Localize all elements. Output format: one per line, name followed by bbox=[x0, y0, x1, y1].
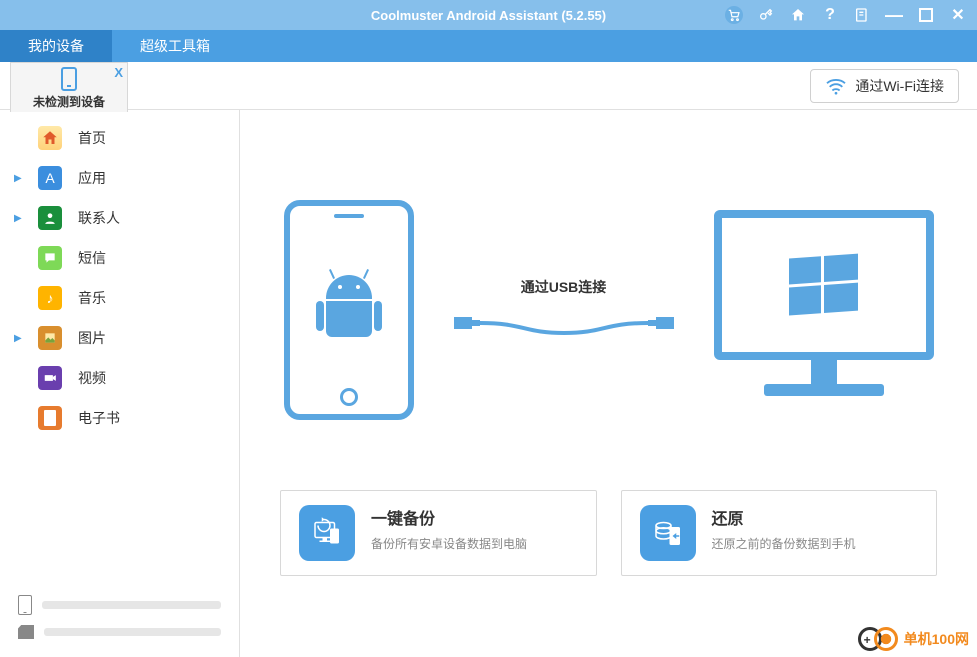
wifi-connect-button[interactable]: 通过Wi-Fi连接 bbox=[810, 69, 959, 103]
wifi-button-label: 通过Wi-Fi连接 bbox=[855, 76, 944, 96]
home-icon[interactable] bbox=[789, 6, 807, 24]
maximize-icon[interactable] bbox=[917, 6, 935, 24]
restore-card[interactable]: 还原 还原之前的备份数据到手机 bbox=[621, 490, 938, 576]
photos-icon bbox=[38, 326, 62, 350]
action-cards: 一键备份 备份所有安卓设备数据到电脑 还原 还原之前的备份数据到 bbox=[260, 490, 957, 576]
sidebar: 首页 ▶ A 应用 ▶ 联系人 短信 ♪ 音 bbox=[0, 110, 240, 657]
sidebar-item-label: 图片 bbox=[78, 328, 106, 348]
sidebar-item-label: 电子书 bbox=[78, 408, 120, 428]
sidebar-item-label: 音乐 bbox=[78, 288, 106, 308]
sidebar-item-apps[interactable]: ▶ A 应用 bbox=[0, 158, 239, 198]
sd-card-icon bbox=[18, 625, 34, 639]
close-icon[interactable]: ✕ bbox=[949, 6, 967, 24]
restore-text: 还原 还原之前的备份数据到手机 bbox=[712, 505, 856, 561]
phone-illustration bbox=[284, 200, 414, 420]
phone-storage-bar bbox=[42, 601, 221, 609]
sd-storage-row bbox=[18, 625, 221, 639]
backup-desc: 备份所有安卓设备数据到电脑 bbox=[371, 535, 527, 552]
main-tabbar: 我的设备 超级工具箱 bbox=[0, 30, 977, 62]
purchase-icon[interactable] bbox=[725, 6, 743, 24]
watermark: + 单机100网 bbox=[858, 627, 969, 651]
phone-storage-row bbox=[18, 595, 221, 615]
sidebar-item-contacts[interactable]: ▶ 联系人 bbox=[0, 198, 239, 238]
wifi-icon bbox=[825, 77, 847, 95]
usb-label: 通过USB连接 bbox=[521, 277, 607, 297]
minimize-icon[interactable]: — bbox=[885, 6, 903, 24]
tab-toolbox[interactable]: 超级工具箱 bbox=[112, 30, 238, 62]
sidebar-item-label: 联系人 bbox=[78, 208, 120, 228]
device-tab-close-icon[interactable]: X bbox=[114, 65, 123, 80]
tab-my-device[interactable]: 我的设备 bbox=[0, 30, 112, 62]
sms-icon bbox=[38, 246, 62, 270]
contacts-icon bbox=[38, 206, 62, 230]
titlebar-icons: ? — ✕ bbox=[725, 0, 967, 30]
book-icon bbox=[38, 406, 62, 430]
subheader: 通过Wi-Fi连接 bbox=[0, 62, 977, 110]
sidebar-nav: 首页 ▶ A 应用 ▶ 联系人 短信 ♪ 音 bbox=[0, 118, 239, 438]
music-icon: ♪ bbox=[38, 286, 62, 310]
chevron-right-icon[interactable]: ▶ bbox=[14, 333, 22, 344]
watermark-logo-icon: + bbox=[858, 627, 898, 651]
help-icon[interactable]: ? bbox=[821, 6, 839, 24]
backup-icon bbox=[299, 505, 355, 561]
computer-illustration bbox=[714, 210, 934, 410]
sd-storage-bar bbox=[44, 628, 221, 636]
phone-storage-icon bbox=[18, 595, 32, 615]
restore-icon bbox=[640, 505, 696, 561]
phone-icon bbox=[61, 67, 77, 91]
chevron-right-icon[interactable]: ▶ bbox=[14, 173, 22, 184]
sidebar-item-label: 首页 bbox=[78, 128, 106, 148]
titlebar: Coolmuster Android Assistant (5.2.55) ? … bbox=[0, 0, 977, 30]
sidebar-item-home[interactable]: 首页 bbox=[0, 118, 239, 158]
sidebar-item-label: 短信 bbox=[78, 248, 106, 268]
storage-indicators bbox=[18, 585, 221, 639]
sidebar-item-sms[interactable]: 短信 bbox=[0, 238, 239, 278]
backup-title: 一键备份 bbox=[371, 505, 527, 529]
windows-icon bbox=[789, 254, 859, 317]
apps-icon: A bbox=[38, 166, 62, 190]
main-area: 首页 ▶ A 应用 ▶ 联系人 短信 ♪ 音 bbox=[0, 110, 977, 657]
backup-card[interactable]: 一键备份 备份所有安卓设备数据到电脑 bbox=[280, 490, 597, 576]
device-tab-label: 未检测到设备 bbox=[33, 93, 105, 112]
video-icon bbox=[38, 366, 62, 390]
sidebar-item-ebook[interactable]: 电子书 bbox=[0, 398, 239, 438]
feedback-icon[interactable] bbox=[853, 6, 871, 24]
device-tab[interactable]: X 未检测到设备 bbox=[10, 62, 128, 112]
android-icon bbox=[319, 275, 379, 345]
restore-title: 还原 bbox=[712, 505, 856, 529]
sidebar-item-photos[interactable]: ▶ 图片 bbox=[0, 318, 239, 358]
key-icon[interactable] bbox=[757, 6, 775, 24]
usb-cable: 通过USB连接 bbox=[454, 277, 674, 343]
sidebar-item-label: 视频 bbox=[78, 368, 106, 388]
restore-desc: 还原之前的备份数据到手机 bbox=[712, 535, 856, 552]
content-pane: 通过USB连接 bbox=[240, 110, 977, 657]
sidebar-item-video[interactable]: 视频 bbox=[0, 358, 239, 398]
backup-text: 一键备份 备份所有安卓设备数据到电脑 bbox=[371, 505, 527, 561]
sidebar-item-music[interactable]: ♪ 音乐 bbox=[0, 278, 239, 318]
watermark-text: 单机100网 bbox=[904, 629, 969, 649]
home-nav-icon bbox=[38, 126, 62, 150]
sidebar-item-label: 应用 bbox=[78, 168, 106, 188]
connection-illustration: 通过USB连接 bbox=[260, 160, 957, 460]
chevron-right-icon[interactable]: ▶ bbox=[14, 213, 22, 224]
